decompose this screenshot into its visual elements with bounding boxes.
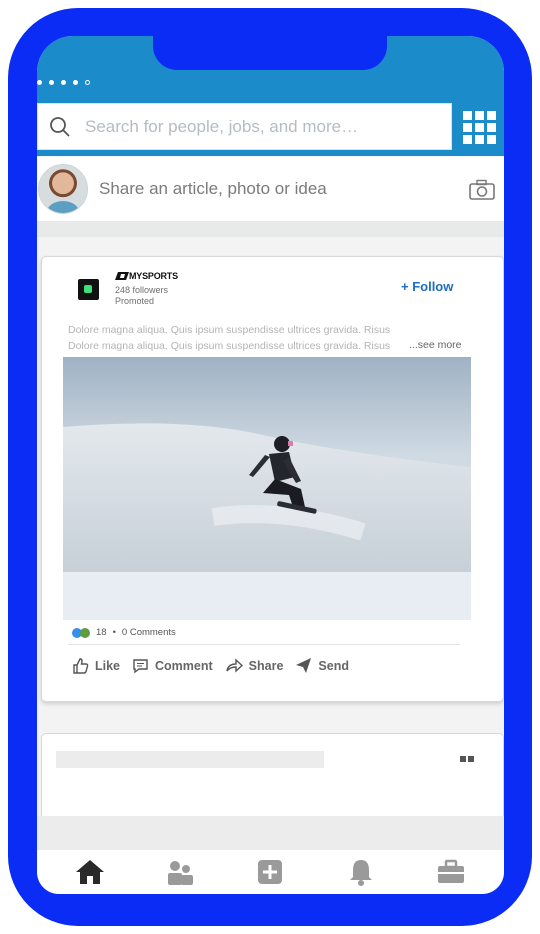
nav-network[interactable]	[160, 852, 200, 892]
post-image[interactable]	[63, 357, 471, 572]
share-box[interactable]: Share an article, photo or idea	[37, 157, 504, 221]
post-text: Dolore magna aliqua. Quis ipsum suspendi…	[68, 322, 458, 354]
post-actions: Like Comment Share Send	[72, 657, 361, 674]
nav-home[interactable]	[70, 852, 110, 892]
post-text-line: Dolore magna aliqua. Quis ipsum suspendi…	[68, 340, 391, 352]
search-placeholder: Search for people, jobs, and more…	[85, 116, 359, 136]
comment-button[interactable]: Comment	[132, 657, 213, 674]
brand-mark-icon	[115, 272, 129, 280]
home-icon	[76, 860, 105, 884]
send-label: Send	[318, 658, 349, 673]
share-prompt[interactable]: Share an article, photo or idea	[99, 179, 327, 199]
nav-jobs[interactable]	[431, 852, 471, 892]
apps-grid-icon[interactable]	[463, 111, 497, 145]
follow-button[interactable]: + Follow	[401, 279, 453, 294]
briefcase-icon	[437, 859, 464, 883]
like-label: Like	[95, 658, 121, 673]
thumbs-up-icon	[73, 658, 89, 674]
bell-icon	[349, 860, 372, 886]
comment-count[interactable]: 0 Comments	[122, 627, 176, 638]
nav-post[interactable]	[250, 852, 290, 892]
comment-label: Comment	[155, 658, 213, 673]
loading-placeholder	[56, 751, 324, 768]
brand-label: MYSPORTS	[129, 271, 178, 281]
image-footer	[63, 572, 471, 620]
like-button[interactable]: Like	[72, 657, 120, 674]
avatar[interactable]	[38, 164, 88, 214]
post-text-line: Dolore magna aliqua. Quis ipsum suspendi…	[68, 324, 391, 336]
promoted-label: Promoted	[115, 296, 155, 306]
camera-icon[interactable]	[469, 179, 495, 201]
share-button[interactable]: Share	[225, 657, 284, 674]
post-card: MYSPORTS 248 followers Promoted + Follow…	[41, 256, 504, 702]
search-input[interactable]: Search for people, jobs, and more…	[37, 103, 452, 150]
nav-notifications[interactable]	[341, 852, 381, 892]
search-icon	[50, 116, 70, 137]
reaction-summary[interactable]: 18 • 0 Comments	[72, 627, 176, 638]
bottom-nav	[37, 850, 504, 894]
more-options-icon[interactable]	[460, 756, 474, 762]
send-button[interactable]: Send	[295, 657, 349, 674]
send-icon	[296, 658, 312, 673]
post-card-loading	[41, 733, 504, 825]
brand-logo[interactable]	[78, 279, 99, 300]
feed-divider	[37, 816, 504, 850]
see-more-link[interactable]: ...see more	[409, 339, 462, 351]
comment-icon	[133, 659, 148, 674]
phone-notch	[153, 36, 387, 70]
phone-screen: Search for people, jobs, and more… Share…	[37, 36, 504, 894]
brand-name[interactable]: MYSPORTS	[115, 271, 178, 281]
feed-divider	[37, 221, 504, 237]
share-label: Share	[248, 658, 284, 673]
people-icon	[168, 861, 194, 885]
signal-icon	[37, 80, 90, 85]
reaction-count: 18	[96, 627, 107, 638]
divider	[68, 644, 460, 645]
post-icon	[258, 860, 283, 884]
reaction-separator: •	[112, 627, 116, 638]
snowboarder-photo	[63, 357, 471, 572]
share-arrow-icon	[225, 658, 243, 673]
follower-count: 248 followers	[115, 285, 169, 295]
celebrate-reaction-icon	[80, 627, 90, 638]
